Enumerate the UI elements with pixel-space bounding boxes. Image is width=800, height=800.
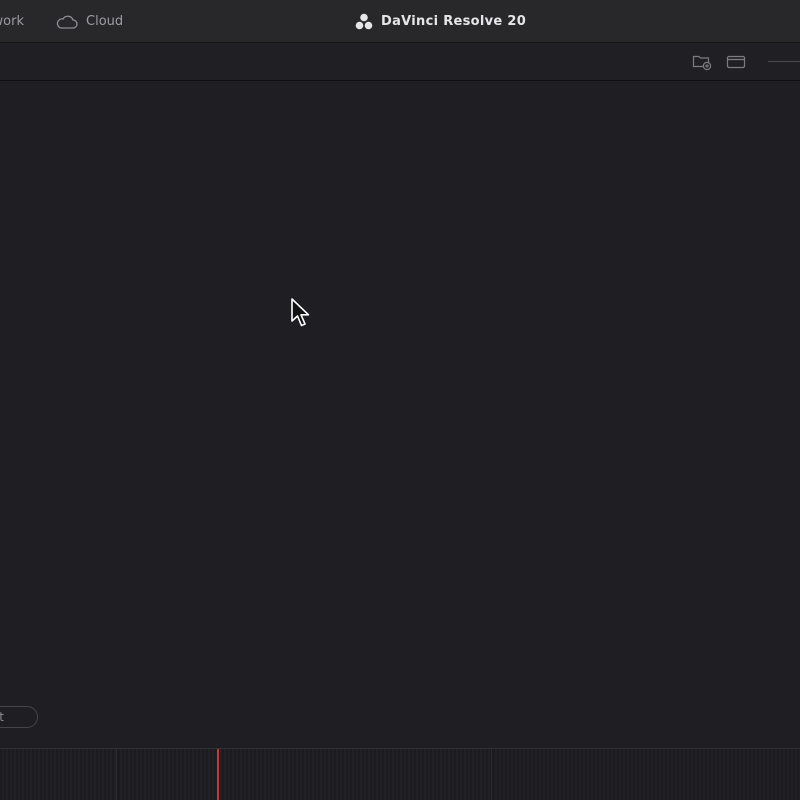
cloud-icon xyxy=(56,15,78,29)
toolbar xyxy=(0,43,800,81)
app-title: DaVinci Resolve 20 xyxy=(381,14,527,29)
folder-add-icon xyxy=(692,53,712,71)
bottom-pill-label: t xyxy=(0,710,4,724)
timeline-segment xyxy=(0,749,117,800)
tab-cloud[interactable]: Cloud xyxy=(56,0,123,43)
project-browser-area[interactable] xyxy=(0,81,800,748)
app-title-group: DaVinci Resolve 20 xyxy=(355,0,526,43)
top-bar: Network Cloud DaVinci Resolve 20 xyxy=(0,0,800,43)
add-folder-button[interactable] xyxy=(692,52,712,72)
tab-network[interactable]: Network xyxy=(0,0,24,43)
single-view-button[interactable] xyxy=(726,52,746,72)
app-window: Network Cloud DaVinci Resolve 20 xyxy=(0,0,800,800)
timeline-segment xyxy=(118,749,492,800)
tab-cloud-label: Cloud xyxy=(86,14,124,29)
bottom-pill-button[interactable]: t xyxy=(0,706,38,728)
playhead[interactable] xyxy=(217,749,219,800)
toolbar-divider-line xyxy=(768,61,800,62)
tab-network-label: Network xyxy=(0,14,24,29)
window-icon xyxy=(726,54,746,70)
davinci-logo-icon xyxy=(355,13,373,31)
timeline-segment xyxy=(493,749,800,800)
